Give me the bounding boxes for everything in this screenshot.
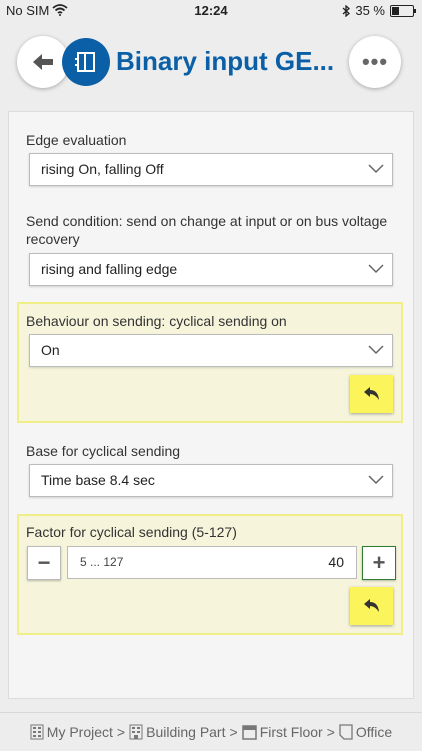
chevron-down-icon xyxy=(368,264,384,274)
factor-label: Factor for cyclical sending (5-127) xyxy=(26,524,237,540)
back-arrow-icon xyxy=(33,54,53,70)
edge-evaluation-select[interactable]: rising On, falling Off xyxy=(29,153,393,186)
undo-icon xyxy=(363,599,379,612)
battery-percent: 35 % xyxy=(355,3,385,18)
more-button[interactable]: ••• xyxy=(349,36,401,88)
send-condition-select[interactable]: rising and falling edge xyxy=(29,253,393,286)
bluetooth-icon xyxy=(342,4,351,17)
building-icon xyxy=(30,724,44,740)
edge-evaluation-label: Edge evaluation xyxy=(26,132,127,148)
behaviour-select[interactable]: On xyxy=(29,334,393,367)
minus-icon: − xyxy=(37,550,51,575)
breadcrumb-item-floor[interactable]: First Floor xyxy=(241,724,323,740)
chevron-down-icon xyxy=(368,475,384,485)
header: Binary input GE... ••• xyxy=(0,22,422,102)
breadcrumb-item-room[interactable]: Office xyxy=(339,724,392,740)
device-icon xyxy=(62,38,110,86)
increment-button[interactable]: + xyxy=(362,546,396,580)
base-select[interactable]: Time base 8.4 sec xyxy=(29,464,393,497)
factor-range-hint: 5 ... 127 xyxy=(80,555,124,569)
behaviour-value: On xyxy=(41,342,60,358)
more-icon: ••• xyxy=(361,49,389,74)
status-bar: No SIM 12:24 35 % xyxy=(0,0,422,22)
plus-icon: + xyxy=(372,550,386,575)
base-value: Time base 8.4 sec xyxy=(41,472,155,488)
base-label: Base for cyclical sending xyxy=(26,443,181,459)
chevron-down-icon xyxy=(368,164,384,174)
send-condition-label: Send condition: send on change at input … xyxy=(26,213,388,247)
send-condition-value: rising and falling edge xyxy=(41,261,178,277)
behaviour-label: Behaviour on sending: cyclical sending o… xyxy=(26,313,287,329)
behaviour-reset-button[interactable] xyxy=(350,375,393,413)
breadcrumb-separator: > xyxy=(116,724,126,740)
breadcrumb: My Project > Building Part > First Floor… xyxy=(0,712,422,751)
breadcrumb-separator: > xyxy=(229,724,238,740)
breadcrumb-item-project[interactable]: My Project xyxy=(30,724,113,740)
factor-reset-button[interactable] xyxy=(350,587,393,625)
room-icon xyxy=(339,724,353,740)
building-part-icon xyxy=(129,724,143,740)
factor-value: 40 xyxy=(328,554,344,570)
page-title: Binary input GE... xyxy=(116,46,335,76)
breadcrumb-item-building-part[interactable]: Building Part xyxy=(129,724,226,740)
decrement-button[interactable]: − xyxy=(27,546,61,580)
edge-evaluation-value: rising On, falling Off xyxy=(41,161,164,177)
floor-icon xyxy=(241,724,257,740)
breadcrumb-separator: > xyxy=(326,724,335,740)
undo-icon xyxy=(363,387,379,400)
battery-icon xyxy=(390,4,416,17)
factor-input[interactable]: 5 ... 127 40 xyxy=(67,546,357,579)
chevron-down-icon xyxy=(368,345,384,355)
